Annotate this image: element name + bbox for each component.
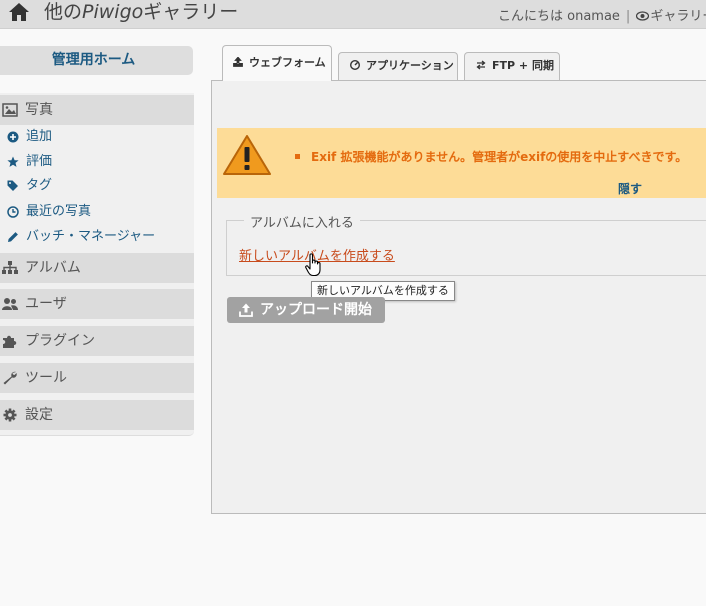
dashboard-icon xyxy=(350,60,360,70)
gear-icon xyxy=(3,408,17,422)
sidebar-section-photos[interactable]: 写真 xyxy=(0,95,194,125)
sidebar-item-label: 追加 xyxy=(26,129,53,144)
tab-ftp-sync[interactable]: FTP + 同期 xyxy=(464,52,560,81)
clock-icon xyxy=(7,206,19,218)
puzzle-icon xyxy=(3,335,17,348)
sidebar-item-recent-photos[interactable]: 最近の写真 xyxy=(0,200,194,224)
sidebar-section-plugins[interactable]: プラグイン xyxy=(0,326,194,356)
exif-warning-box: Exif 拡張機能がありません。管理者がexifの使用を中止すべきです。 隠す xyxy=(217,128,706,198)
tab-applications[interactable]: アプリケーション xyxy=(338,52,458,81)
sidebar-section-albums[interactable]: アルバム xyxy=(0,253,194,283)
sidebar-section-label: 写真 xyxy=(25,102,53,118)
sidebar-item-label: 最近の写真 xyxy=(26,204,92,219)
sidebar-item-add[interactable]: 追加 xyxy=(0,125,194,149)
bullet-marker xyxy=(295,154,300,159)
greeting-text: こんにちは onamae xyxy=(498,9,620,24)
sidebar-admin-home[interactable]: 管理用ホーム xyxy=(0,46,193,75)
title-prefix: 他の xyxy=(44,1,83,23)
title-suffix: ギャラリー xyxy=(143,1,239,23)
warning-icon xyxy=(223,135,271,175)
upload-icon xyxy=(239,303,253,317)
sidebar-item-label: 評価 xyxy=(26,154,53,169)
header-user-area: こんにちは onamae | ギャラリー xyxy=(498,5,706,24)
sidebar-item-batch-manager[interactable]: バッチ・マネージャー xyxy=(0,225,194,249)
sidebar-section-label: プラグイン xyxy=(25,333,95,349)
hide-warning-link[interactable]: 隠す xyxy=(618,180,642,197)
home-icon[interactable] xyxy=(8,2,30,22)
sidebar-section-label: ツール xyxy=(25,370,67,386)
tab-web-form[interactable]: ウェブフォーム xyxy=(222,45,332,81)
tab-label: アプリケーション xyxy=(366,59,454,72)
sitemap-icon xyxy=(2,261,18,274)
upload-icon xyxy=(233,57,243,67)
exchange-icon xyxy=(476,60,486,70)
start-upload-button[interactable]: アップロード開始 xyxy=(227,297,385,323)
sidebar-menu: 写真 追加 評価 タグ 最近の写真 バッチ・マネージャー アルバム ユーザ プラ… xyxy=(0,93,194,436)
sidebar-section-label: ユーザ xyxy=(25,296,67,312)
sidebar-item-label: タグ xyxy=(26,178,53,193)
star-icon xyxy=(7,156,19,167)
users-icon xyxy=(2,298,18,310)
sidebar-section-label: アルバム xyxy=(25,260,81,276)
plus-circle-icon xyxy=(7,131,19,143)
sidebar-item-rating[interactable]: 評価 xyxy=(0,150,194,174)
warning-message-text: Exif 拡張機能がありません。管理者がexifの使用を中止すべきです。 xyxy=(311,150,688,164)
wrench-icon xyxy=(3,371,17,385)
sidebar-item-tags[interactable]: タグ xyxy=(0,174,194,198)
album-legend: アルバムに入れる xyxy=(244,212,360,231)
hand-cursor-icon xyxy=(305,253,321,277)
tab-label: FTP + 同期 xyxy=(492,59,554,72)
sidebar-section-label: 設定 xyxy=(25,407,53,423)
tab-label: ウェブフォーム xyxy=(249,56,326,69)
sidebar-section-tools[interactable]: ツール xyxy=(0,363,194,393)
sidebar-section-settings[interactable]: 設定 xyxy=(0,400,194,430)
image-icon xyxy=(2,103,18,117)
sidebar-item-label: バッチ・マネージャー xyxy=(26,229,156,244)
gallery-link[interactable]: ギャラリー xyxy=(650,9,706,24)
tags-icon xyxy=(7,180,18,191)
top-bar: 他のPiwigoギャラリー こんにちは onamae|ギャラリー xyxy=(0,0,706,29)
title-brand: Piwigo xyxy=(82,1,144,23)
warning-message: Exif 拡張機能がありません。管理者がexifの使用を中止すべきです。 xyxy=(295,148,687,165)
header-separator: | xyxy=(625,9,631,24)
gallery-title[interactable]: 他のPiwigoギャラリー xyxy=(44,0,238,24)
eye-icon xyxy=(636,11,650,21)
pencil-icon xyxy=(8,232,18,242)
sidebar-section-users[interactable]: ユーザ xyxy=(0,289,194,319)
upload-button-label: アップロード開始 xyxy=(260,302,372,318)
